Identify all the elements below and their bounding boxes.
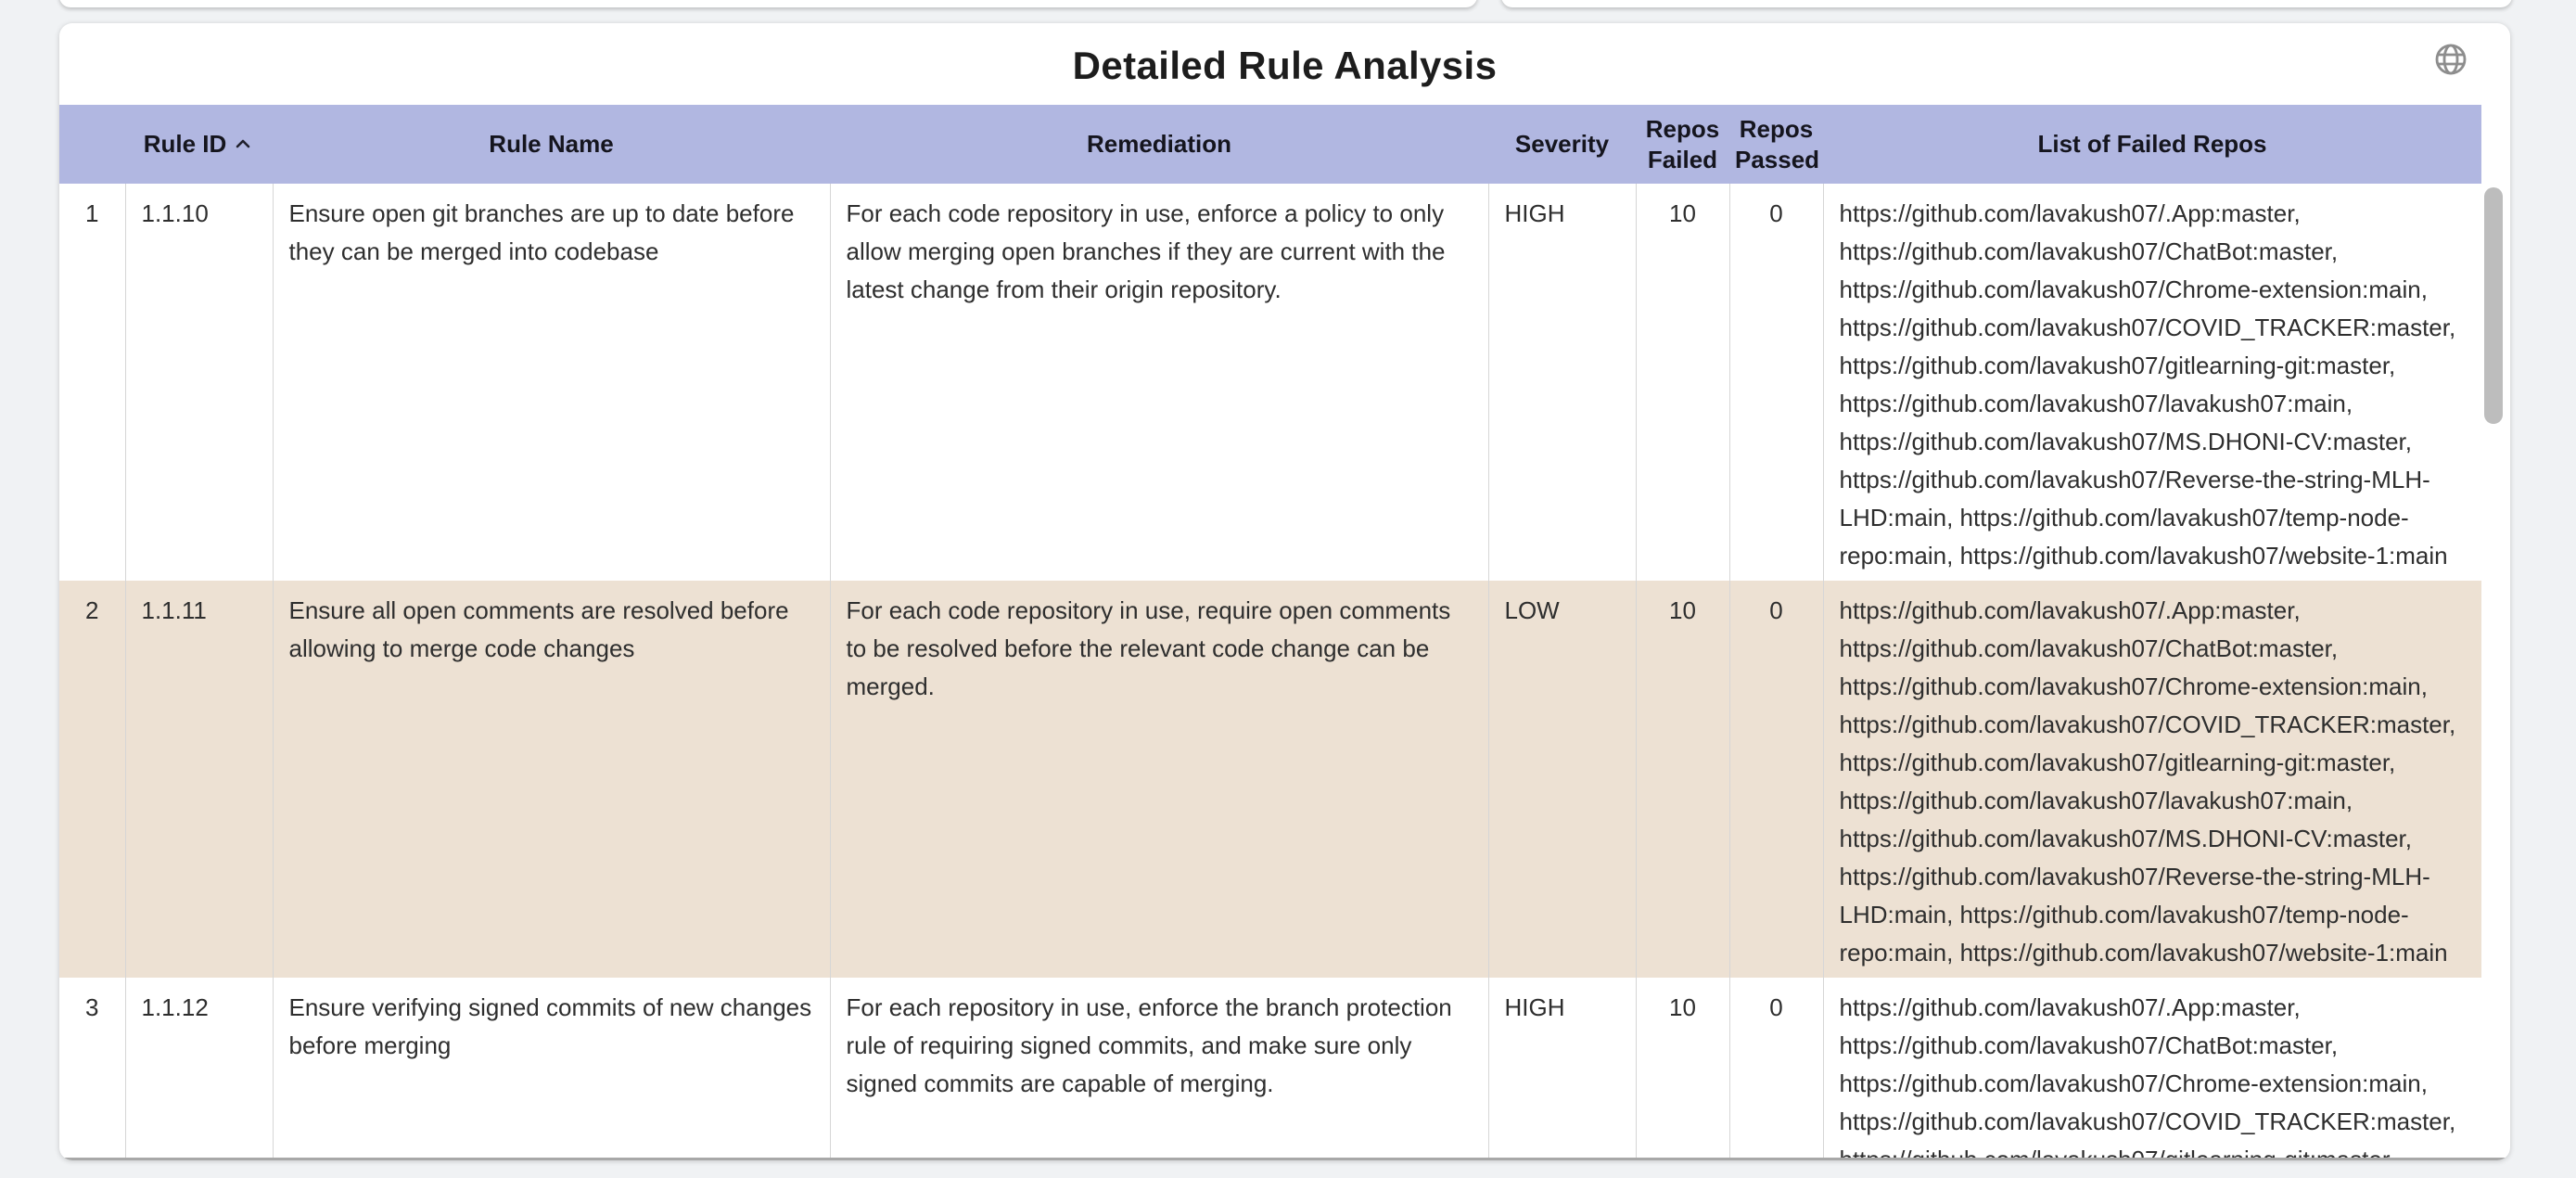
cell-rule-name: Ensure open git branches are up to date … <box>273 184 830 581</box>
card-above-right <box>1501 0 2512 7</box>
cell-rule-name: Ensure all open comments are resolved be… <box>273 581 830 978</box>
detailed-rule-analysis-card: Detailed Rule Analysis Rule ID Rule Name <box>59 23 2510 1160</box>
cell-rule-name: Ensure verifying signed commits of new c… <box>273 978 830 1160</box>
card-above-left <box>59 0 1477 7</box>
cell-rule-id: 1.1.11 <box>125 581 273 978</box>
cell-failed-repos: https://github.com/lavakush07/.App:maste… <box>1823 978 2481 1160</box>
rule-analysis-table: Rule ID Rule Name Remediation Severity R… <box>59 105 2481 1160</box>
header-remediation[interactable]: Remediation <box>830 105 1488 184</box>
header-repos-failed[interactable]: Repos Failed <box>1636 105 1729 184</box>
cell-row-index: 2 <box>59 581 125 978</box>
cell-row-index: 1 <box>59 184 125 581</box>
globe-icon[interactable] <box>2432 41 2469 78</box>
table-row: 3 1.1.12 Ensure verifying signed commits… <box>59 978 2481 1160</box>
cell-remediation: For each repository in use, enforce the … <box>830 978 1488 1160</box>
cell-repos-passed: 0 <box>1729 581 1823 978</box>
table-row: 2 1.1.11 Ensure all open comments are re… <box>59 581 2481 978</box>
table-row: 1 1.1.10 Ensure open git branches are up… <box>59 184 2481 581</box>
cell-failed-repos: https://github.com/lavakush07/.App:maste… <box>1823 184 2481 581</box>
cell-repos-failed: 10 <box>1636 581 1729 978</box>
cell-remediation: For each code repository in use, enforce… <box>830 184 1488 581</box>
cell-repos-failed: 10 <box>1636 184 1729 581</box>
header-index <box>59 105 125 184</box>
cell-failed-repos: https://github.com/lavakush07/.App:maste… <box>1823 581 2481 978</box>
cell-rule-id: 1.1.10 <box>125 184 273 581</box>
cell-row-index: 3 <box>59 978 125 1160</box>
cell-repos-failed: 10 <box>1636 978 1729 1160</box>
cell-repos-passed: 0 <box>1729 184 1823 581</box>
cell-severity: LOW <box>1488 581 1636 978</box>
sort-ascending-icon[interactable] <box>232 133 254 155</box>
page-title: Detailed Rule Analysis <box>59 23 2510 88</box>
header-rule-id-label: Rule ID <box>144 130 227 158</box>
cell-remediation: For each code repository in use, require… <box>830 581 1488 978</box>
header-severity[interactable]: Severity <box>1488 105 1636 184</box>
header-list-of-failed-repos[interactable]: List of Failed Repos <box>1823 105 2481 184</box>
header-repos-passed[interactable]: Repos Passed <box>1729 105 1823 184</box>
cell-rule-id: 1.1.12 <box>125 978 273 1160</box>
header-rule-id[interactable]: Rule ID <box>125 105 273 184</box>
cell-severity: HIGH <box>1488 184 1636 581</box>
vertical-scrollbar-thumb[interactable] <box>2484 187 2503 424</box>
cell-severity: HIGH <box>1488 978 1636 1160</box>
cell-repos-passed: 0 <box>1729 978 1823 1160</box>
table-header-row: Rule ID Rule Name Remediation Severity R… <box>59 105 2481 184</box>
header-rule-name[interactable]: Rule Name <box>273 105 830 184</box>
